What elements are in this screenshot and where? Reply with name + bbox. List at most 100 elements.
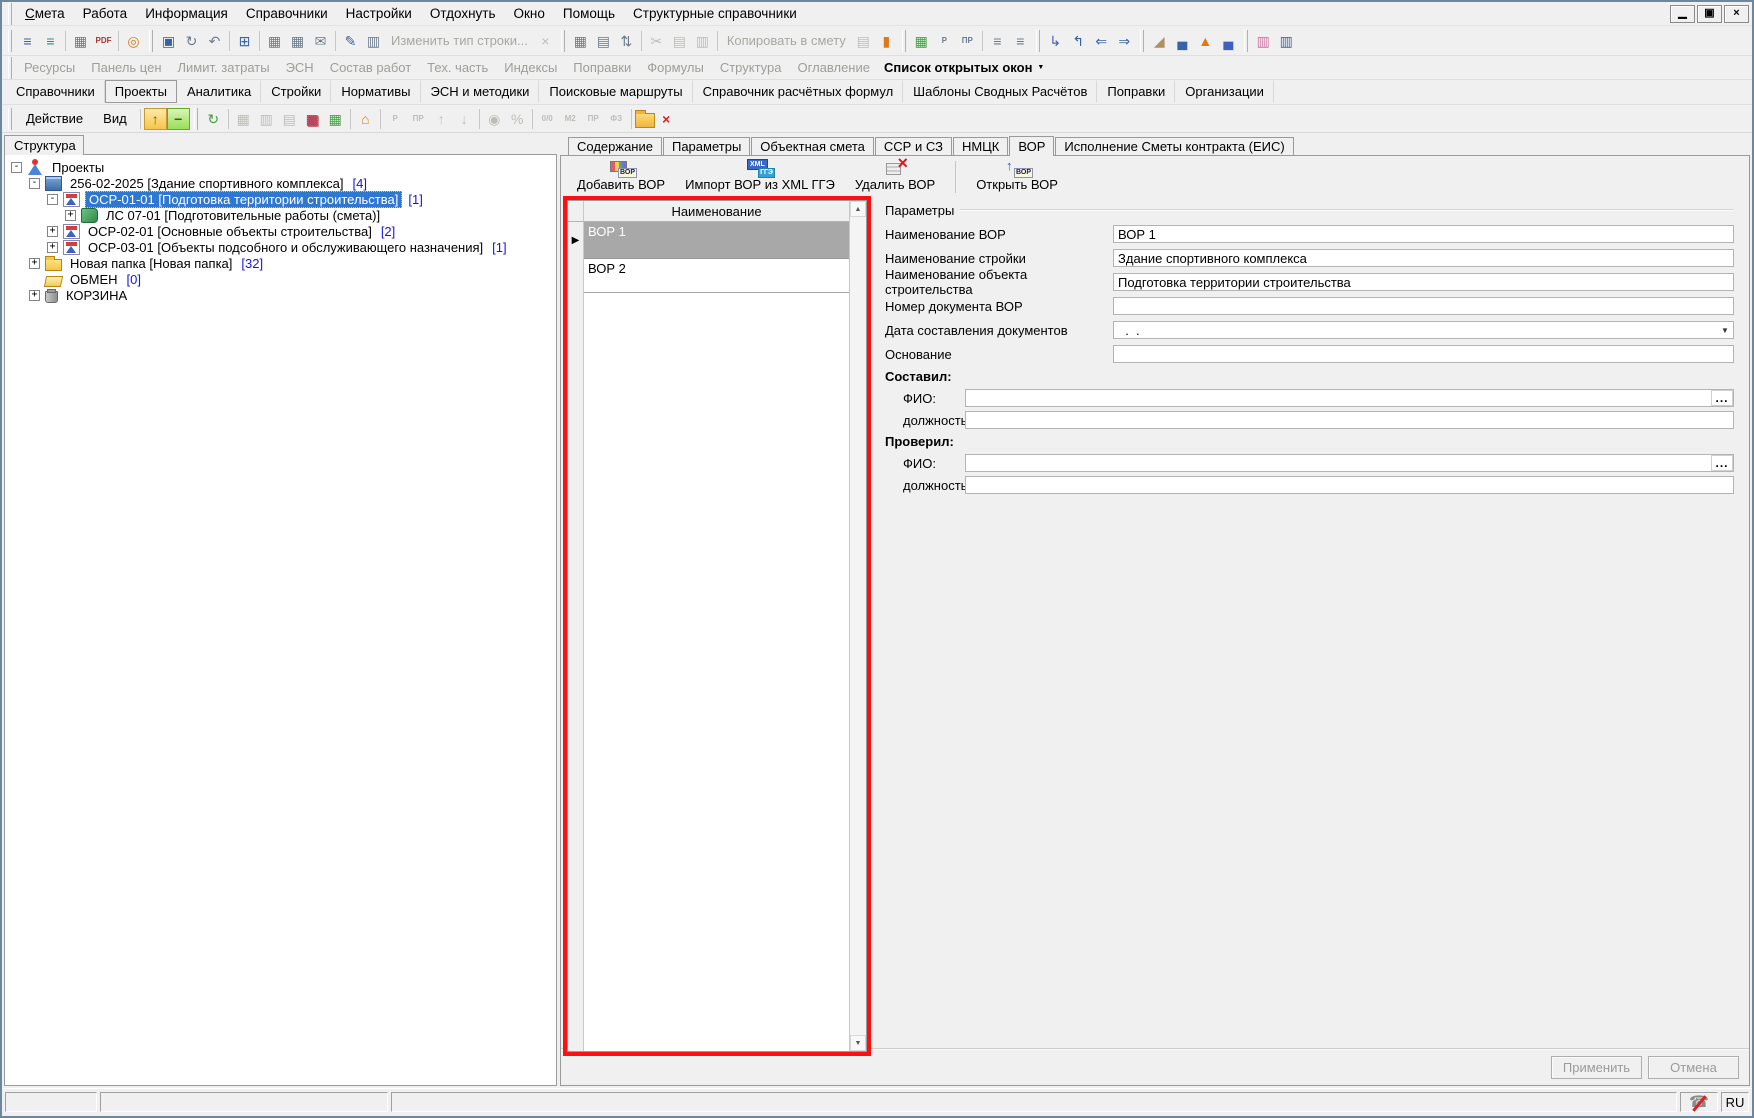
doc-date-field[interactable]: . . ▼: [1113, 321, 1734, 339]
tree-item-label[interactable]: Проекты: [49, 160, 107, 175]
insert-estimate-icon[interactable]: ▦: [286, 30, 309, 52]
proveril-dolzhnost-field[interactable]: [965, 476, 1734, 494]
minimize-button[interactable]: ▁: [1670, 5, 1695, 23]
sort-rows-icon[interactable]: ⇅: [615, 30, 638, 52]
object-home-icon[interactable]: ⌂: [354, 108, 377, 130]
menu-strukturnye-spravochniki[interactable]: Структурные справочники: [624, 3, 806, 24]
tree-item-osr-03-01[interactable]: + ОСР-03-01 [Объекты подсобного и обслуж…: [7, 239, 554, 255]
badge-m2-icon[interactable]: М2: [559, 108, 582, 130]
row-list-remove-icon[interactable]: ≡: [1009, 30, 1032, 52]
scroll-down-icon[interactable]: ▼: [850, 1035, 866, 1051]
restore-button[interactable]: ▣: [1697, 5, 1722, 23]
object-name-field[interactable]: Подготовка территории строительства: [1113, 273, 1734, 291]
paste-to-estimate-icon[interactable]: ▮: [875, 30, 898, 52]
menu-smeta[interactable]: Смета: [16, 3, 74, 24]
copy-icon[interactable]: ▤: [668, 30, 691, 52]
new-folder-icon[interactable]: [635, 113, 655, 128]
tree-item-label[interactable]: КОРЗИНА: [63, 288, 130, 303]
tree-item-label[interactable]: ОСР-03-01 [Объекты подсобного и обслужив…: [85, 240, 486, 255]
tab-parametry[interactable]: Параметры: [663, 137, 750, 155]
tab-spravochnik-raschetnyh-formul[interactable]: Справочник расчётных формул: [693, 80, 904, 103]
tree-expander-icon[interactable]: -: [29, 178, 40, 189]
edit-price-icon[interactable]: ✎: [339, 30, 362, 52]
cancel-button[interactable]: Отмена: [1648, 1056, 1739, 1079]
vor-name-field[interactable]: ВОР 1: [1113, 225, 1734, 243]
level-up-icon[interactable]: ↰: [1067, 30, 1090, 52]
tree-item-ls-07-01[interactable]: + ЛС 07-01 [Подготовительные работы (сме…: [7, 207, 554, 223]
document-icon[interactable]: ▤: [592, 30, 615, 52]
sostavil-fio-browse-button[interactable]: ...: [1711, 390, 1733, 406]
column-header-naimenovanie[interactable]: Наименование: [584, 201, 849, 222]
tab-organizatsii[interactable]: Организации: [1175, 80, 1274, 103]
toolbar-formuly[interactable]: Формулы: [639, 58, 712, 77]
move-up-icon[interactable]: ↑: [430, 108, 453, 130]
tab-soderzhanie[interactable]: Содержание: [568, 137, 662, 155]
columns-view-icon[interactable]: ▥: [255, 108, 278, 130]
language-indicator[interactable]: RU: [1721, 1092, 1749, 1112]
tab-ispolnenie-smety-kontrakta[interactable]: Исполнение Сметы контракта (ЕИС): [1055, 137, 1293, 155]
doc-number-field[interactable]: [1113, 297, 1734, 315]
toolbar-limit-zatraty[interactable]: Лимит. затраты: [170, 58, 278, 77]
doc-pr2-icon[interactable]: ПР: [407, 108, 430, 130]
tab-spravochniki[interactable]: Справочники: [6, 80, 105, 103]
date-dropdown-icon[interactable]: ▼: [1717, 322, 1733, 338]
tab-vor[interactable]: ВОР: [1009, 136, 1054, 156]
structure-panel-icon[interactable]: ≡: [16, 30, 39, 52]
tree-item-label[interactable]: ОБМЕН: [67, 272, 121, 287]
tree-item-label[interactable]: 256-02-2025 [Здание спортивного комплекс…: [67, 176, 346, 191]
toolbar-struktura[interactable]: Структура: [712, 58, 790, 77]
tree-expander-icon[interactable]: -: [11, 162, 22, 173]
methodics-book-icon[interactable]: ▦: [324, 108, 347, 130]
toolbar-sostav-rabot[interactable]: Состав работ: [322, 58, 419, 77]
contractors-icon[interactable]: ◉: [483, 108, 506, 130]
table-view-icon[interactable]: ▦: [301, 108, 324, 130]
tree-item-osr-01-01[interactable]: - ОСР-01-01 [Подготовка территории строи…: [7, 191, 554, 207]
toolbar-panel-cen[interactable]: Панель цен: [83, 58, 169, 77]
comment-icon[interactable]: ✉: [309, 30, 332, 52]
tree-item-label[interactable]: ОСР-02-01 [Основные объекты строительств…: [85, 224, 375, 239]
undo-icon[interactable]: ↶: [203, 30, 226, 52]
tab-analitika[interactable]: Аналитика: [177, 80, 261, 103]
works-icon[interactable]: ◢: [1148, 30, 1171, 52]
books-pink-icon[interactable]: ▥: [1252, 30, 1275, 52]
refresh-projects-icon[interactable]: ↻: [202, 108, 225, 130]
tree-item-novaya-papka[interactable]: + Новая папка [Новая папка] [32]: [7, 255, 554, 271]
toolbar-popravki[interactable]: Поправки: [565, 58, 639, 77]
move-down-icon[interactable]: ↓: [453, 108, 476, 130]
tree-expander-icon[interactable]: +: [29, 290, 40, 301]
toolbar-resursy[interactable]: Ресурсы: [16, 58, 83, 77]
doc-p2-icon[interactable]: Р: [384, 108, 407, 130]
menu-okno[interactable]: Окно: [505, 3, 554, 24]
clear-row-type-icon[interactable]: ×: [534, 30, 557, 52]
view-menu-button[interactable]: Вид: [93, 108, 137, 129]
tab-esn-i-metodiki[interactable]: ЭСН и методики: [421, 80, 540, 103]
tree-item-label[interactable]: ОСР-01-01 [Подготовка территории строите…: [85, 191, 402, 208]
refresh-icon[interactable]: ↻: [180, 30, 203, 52]
delete-vor-button[interactable]: Удалить ВОР: [845, 159, 945, 193]
tab-obektnaya-smeta[interactable]: Объектная смета: [751, 137, 874, 155]
tree-item-osr-02-01[interactable]: + ОСР-02-01 [Основные объекты строительс…: [7, 223, 554, 239]
tab-popravki[interactable]: Поправки: [1097, 80, 1175, 103]
pdf-export-icon[interactable]: PDF: [92, 30, 115, 52]
paste-icon[interactable]: ▥: [691, 30, 714, 52]
copy-to-estimate-icon[interactable]: ▤: [852, 30, 875, 52]
proveril-fio-field[interactable]: ...: [965, 454, 1734, 472]
delete-node-icon[interactable]: ×: [655, 108, 678, 130]
badge-00-icon[interactable]: 0/0: [536, 108, 559, 130]
cut-icon[interactable]: ✂: [645, 30, 668, 52]
vor-row-2[interactable]: ВОР 2: [568, 259, 849, 293]
level-right-icon[interactable]: ⇒: [1113, 30, 1136, 52]
folder-up-icon[interactable]: ↑: [144, 108, 167, 130]
materials-icon[interactable]: ▲: [1194, 30, 1217, 52]
tree-expander-icon[interactable]: +: [47, 242, 58, 253]
vor-row-1[interactable]: ▶ ВОР 1: [568, 222, 849, 259]
page-view-icon[interactable]: ▤: [278, 108, 301, 130]
tree-item-projects[interactable]: - Проекты: [7, 159, 554, 175]
menu-otdohnut[interactable]: Отдохнуть: [421, 3, 505, 24]
add-vor-button[interactable]: Добавить ВОР: [567, 159, 675, 193]
tree-item-korzina[interactable]: + КОРЗИНА: [7, 287, 554, 303]
save-icon[interactable]: ▣: [157, 30, 180, 52]
stroika-name-field[interactable]: Здание спортивного комплекса: [1113, 249, 1734, 267]
open-vor-button[interactable]: Открыть ВОР: [966, 159, 1068, 193]
sostavil-dolzhnost-field[interactable]: [965, 411, 1734, 429]
